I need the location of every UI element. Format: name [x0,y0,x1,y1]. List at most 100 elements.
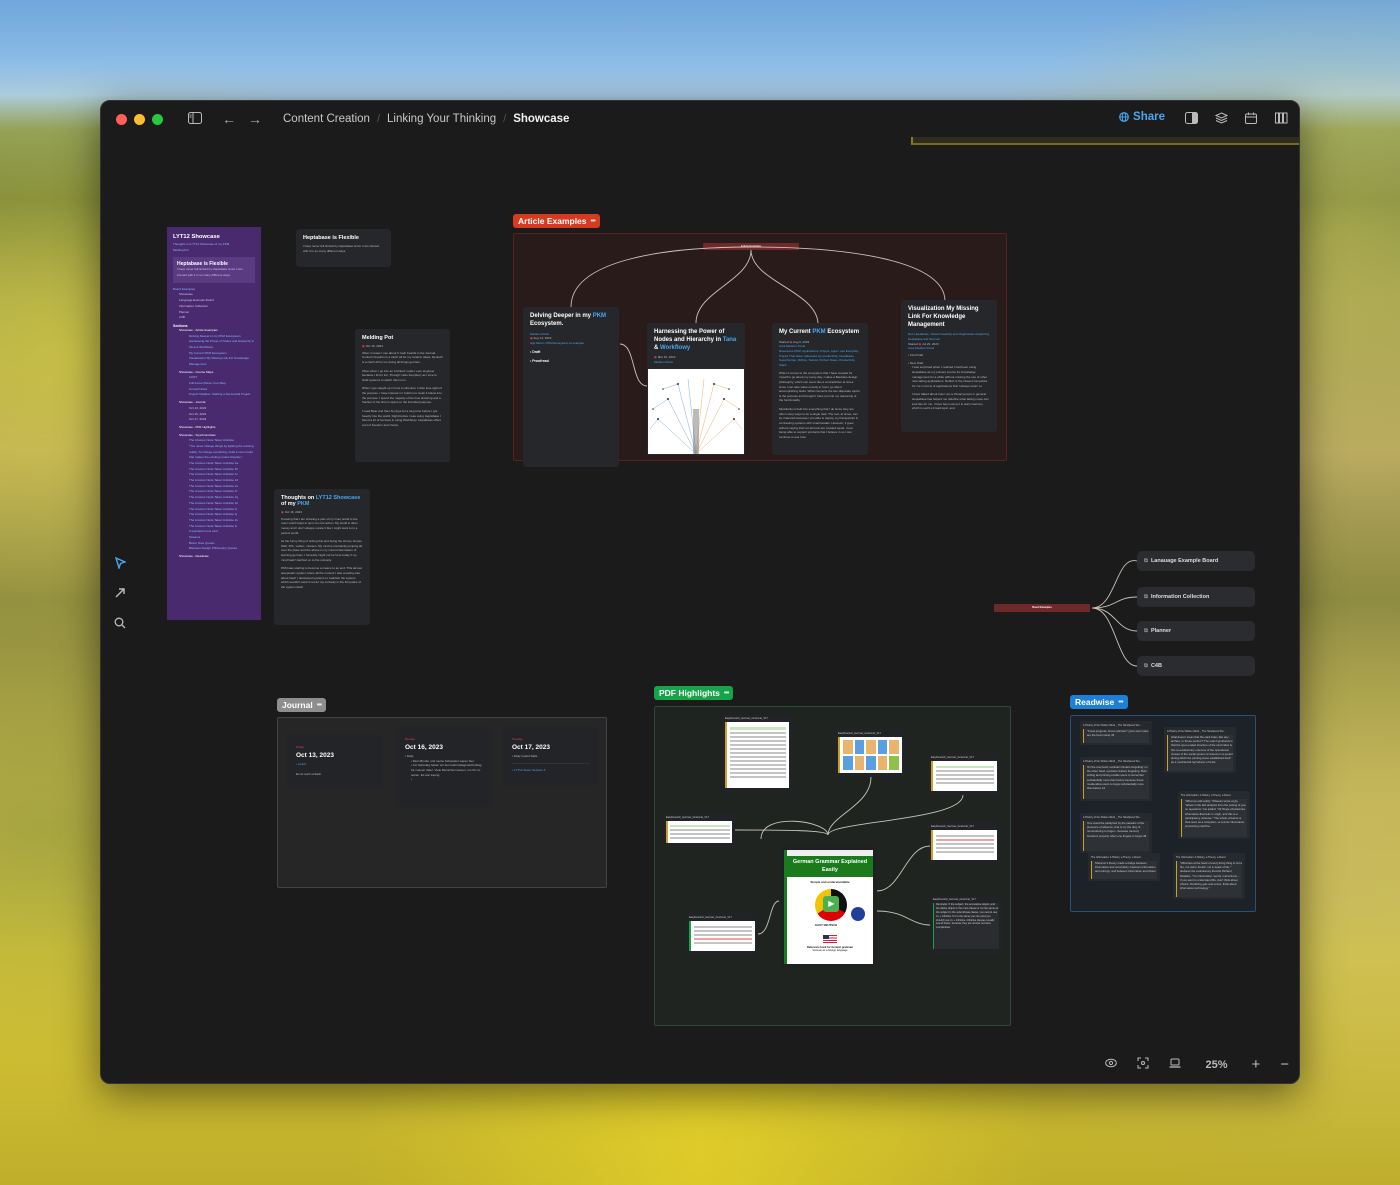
pdf-source: EasyDeutsch_German_Grammar_V17 [725,717,768,720]
list-item[interactable]: Bauhaus Design Philosophy Quotes [189,546,255,552]
pdf-highlight-card[interactable]: EasyDeutsch_German_Grammar_V17 [928,822,1000,864]
highlight-quote: Shannon's theory made a bridge between i… [1091,861,1157,879]
highlight-quote: "Know progress, know optimism" (your own… [1083,729,1149,743]
pdf-book-card[interactable]: German Grammar Explained Easily Simple a… [781,847,876,967]
readwise-highlight-card[interactable]: A History of the Written Word _ The Hand… [1164,727,1236,773]
readwise-highlight-card[interactable]: A History of the Written Word _ The Hand… [1080,757,1152,801]
card-title: Thoughts on LYT12 Showcase of my PKM [281,495,361,507]
board-item-information-collection[interactable]: ⧉ Information Collection [1137,587,1255,607]
zoom-in-button[interactable]: + [1251,1056,1260,1073]
pdf-source: EasyDeutsch_German_Grammar_V17 [689,916,732,919]
card-source[interactable]: Area Medium Posts [908,346,990,351]
article-examples-group-label[interactable]: Article Examples ••• [513,214,600,228]
board-examples-root-node[interactable]: Board Examples [994,604,1090,612]
pdf-highlight-card[interactable]: EasyDeutsch_German_Grammar_V17 [928,753,1000,795]
presentation-icon[interactable] [1169,1058,1181,1072]
sections-list: Showcase - Article Examples Delving Deep… [173,328,255,560]
list-item[interactable]: C4B [179,315,255,321]
section-title[interactable]: Showcase - Readwise [179,554,255,560]
select-tool-icon[interactable] [111,556,129,572]
highlight-source: The Information: A History, a Theory, a … [1176,856,1226,859]
weekday: Friday [296,745,304,749]
journal-card[interactable]: Monday Oct 16, 2023 • Daily • Mein Brude… [396,727,492,807]
more-options-icon[interactable]: ••• [724,690,729,697]
card-source[interactable]: Medium Posts [654,360,738,365]
list-item[interactable]: Visualization My Missing Link For Knowle… [189,356,255,367]
maximize-window-button[interactable] [152,113,163,125]
panel-toggle-icon[interactable] [1183,110,1199,126]
list-item[interactable]: Project Initiation: Starting a Successfu… [189,392,255,398]
app-window: ← → Content Creation / Linking Your Thin… [100,100,1300,1084]
pdf-highlight-card[interactable]: EasyDeutsch_German_Grammar_V17 [835,729,905,777]
back-arrow-icon[interactable]: ← [219,111,239,127]
readwise-highlight-card[interactable]: The Information: A History, a Theory, a … [1173,853,1245,899]
sidebar-toggle-icon[interactable] [185,111,205,127]
readwise-highlight-card[interactable]: A History of the Written Word _ The Hand… [1080,721,1152,745]
pdf-source: EasyDeutsch_German_Grammar_V17 [933,898,976,901]
thoughts-card[interactable]: Thoughts on LYT12 Showcase of my PKM ▣ O… [274,489,370,625]
readwise-highlight-card[interactable]: The Information: A History, a Theory, a … [1178,791,1250,839]
calendar-icon[interactable] [1243,110,1259,126]
card-title: Visualization My Missing Link For Knowle… [908,306,979,328]
pdf-highlight-card[interactable]: EasyDeutsch_German_Grammar_V17 [663,813,735,847]
forward-arrow-icon[interactable]: → [245,111,265,127]
journal-date: Oct 13, 2023 [296,752,334,759]
share-button[interactable]: Share [1119,111,1165,123]
readwise-highlight-card[interactable]: The Information: A History, a Theory, a … [1088,853,1160,881]
arrow-tool-icon[interactable] [111,586,129,602]
journal-card[interactable]: Friday Oct 13, 2023 • Leach Es ist auch … [287,735,383,789]
article-card[interactable]: Delving Deeper in my PKM Ecosystem. Medi… [523,307,619,467]
connection-edge [1091,560,1138,609]
board-item-language-example[interactable]: ⧉ Lanauage Example Board [1137,551,1255,571]
card-meta[interactable]: App Mesh • PKM Ecosystem AI example [530,341,612,346]
more-options-icon[interactable]: ••• [317,702,322,709]
layers-icon[interactable] [1213,110,1229,126]
breadcrumb-item-linking-your-thinking[interactable]: Linking Your Thinking [387,113,496,125]
pdf-highlight-card[interactable]: EasyDeutsch_German_Grammar_V17 [722,714,792,792]
lyt12-showcase-card[interactable]: LYT12 Showcase Thoughts on LYT12 Showcas… [167,227,261,620]
card-meta[interactable]: Resources PKM, Applications, 8 Apps, App… [779,349,861,368]
breadcrumb-item-content-creation[interactable]: Content Creation [283,113,370,125]
minimize-window-button[interactable] [134,113,145,125]
eye-icon[interactable] [1105,1058,1118,1071]
pdf-highlights-group-label[interactable]: PDF Highlights ••• [654,686,734,700]
embedded-card[interactable]: Heptabase is Flexible I have never felt … [173,257,255,283]
library-icon[interactable] [1273,110,1289,126]
pdf-source: EasyDeutsch_German_Grammar_V17 [838,732,881,735]
list-item[interactable]: "You never change things by fighting the… [189,444,255,461]
board-item-planner[interactable]: ⧉ Planner [1137,621,1255,641]
close-window-button[interactable] [116,113,127,125]
readwise-group-label[interactable]: Readwise ••• [1070,695,1128,709]
journal-card[interactable]: Tuesday Oct 17, 2023 • Daily Guard Rails… [503,727,599,785]
pdf-note-card[interactable]: EasyDeutsch_German_Grammar_V17 Reminder:… [930,895,1002,955]
article-card[interactable]: Harnessing the Power of Nodes and Hierar… [647,323,745,455]
article-examples-root-node[interactable]: Article Examples [703,243,799,250]
readwise-highlight-card[interactable]: A History of the Written Word _ The Hand… [1080,813,1152,853]
pdf-highlight-card[interactable]: EasyDeutsch_German_Grammar_V17 [686,913,758,955]
us-flag-icon [823,935,837,944]
melding-pot-card[interactable]: Melding Pot ▣ Oct 16, 2023 Often in towe… [355,329,450,462]
board-item-c4b[interactable]: ⧉ C4B [1137,656,1255,676]
more-options-icon[interactable]: ••• [1118,699,1123,706]
journal-group-label[interactable]: Journal ••• [277,698,327,712]
list-item[interactable]: Harnessing the Power of Nodes and Hierar… [189,339,255,350]
search-icon[interactable] [111,616,129,632]
embedded-card-text: I have never felt limited by Heptabase s… [177,267,243,278]
article-card[interactable]: Visualization My Missing Link For Knowle… [901,300,997,432]
bullet[interactable]: • Leach [296,762,374,767]
focus-frame-icon[interactable] [1137,1057,1149,1072]
breadcrumb-item-showcase[interactable]: Showcase [513,113,569,125]
card-link[interactable]: Melding Pot [173,248,255,254]
bullet[interactable]: • LYT12 Super Session 4 [512,768,590,773]
zoom-out-button[interactable]: − [1280,1056,1289,1073]
connection-edge [1091,596,1138,609]
list-item[interactable]: Oct 17, 2023 [189,417,255,423]
pdf-table-image [725,722,789,788]
article-card[interactable]: My Current PKM Ecosystem Started ▣ Aug 6… [772,323,868,455]
more-options-icon[interactable]: ••• [591,218,596,225]
heptabase-flexible-card[interactable]: Heptabase is Flexible I have never felt … [296,229,391,267]
node-tree-image [648,369,744,454]
right-toolbar [1183,110,1289,126]
card-ref[interactable]: Ref: Heptabase, Visual Creativity and Or… [908,332,990,341]
section-title[interactable]: Showcase - PDF Highlights [179,425,255,431]
